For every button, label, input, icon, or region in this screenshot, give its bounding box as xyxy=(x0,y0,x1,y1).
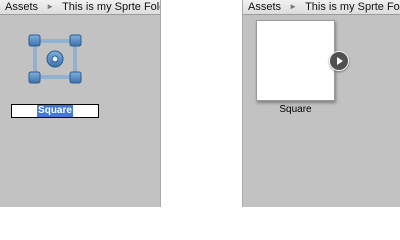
breadcrumb-arrow-icon: ► xyxy=(289,2,297,11)
play-icon[interactable] xyxy=(329,51,349,71)
rename-input[interactable]: Square xyxy=(11,104,99,118)
rename-input-value: Square xyxy=(37,105,73,117)
breadcrumb-folder[interactable]: This is my Sprte Folder xyxy=(62,1,160,13)
breadcrumb-assets[interactable]: Assets xyxy=(248,1,281,13)
breadcrumb: Assets ► This is my Sprte Folder xyxy=(243,0,400,15)
sprite-label: Square xyxy=(279,104,312,115)
project-panel-left: Assets ► This is my Sprte Folder Square xyxy=(0,0,161,207)
project-panel-right: Assets ► This is my Sprte Folder Square xyxy=(242,0,400,207)
sprite-thumbnail[interactable] xyxy=(256,20,335,101)
breadcrumb: Assets ► This is my Sprte Folder xyxy=(0,0,160,15)
breadcrumb-folder[interactable]: This is my Sprte Folder xyxy=(305,1,400,13)
breadcrumb-assets[interactable]: Assets xyxy=(5,1,38,13)
breadcrumb-arrow-icon: ► xyxy=(46,2,54,11)
sprite-editor-icon[interactable] xyxy=(27,33,83,85)
